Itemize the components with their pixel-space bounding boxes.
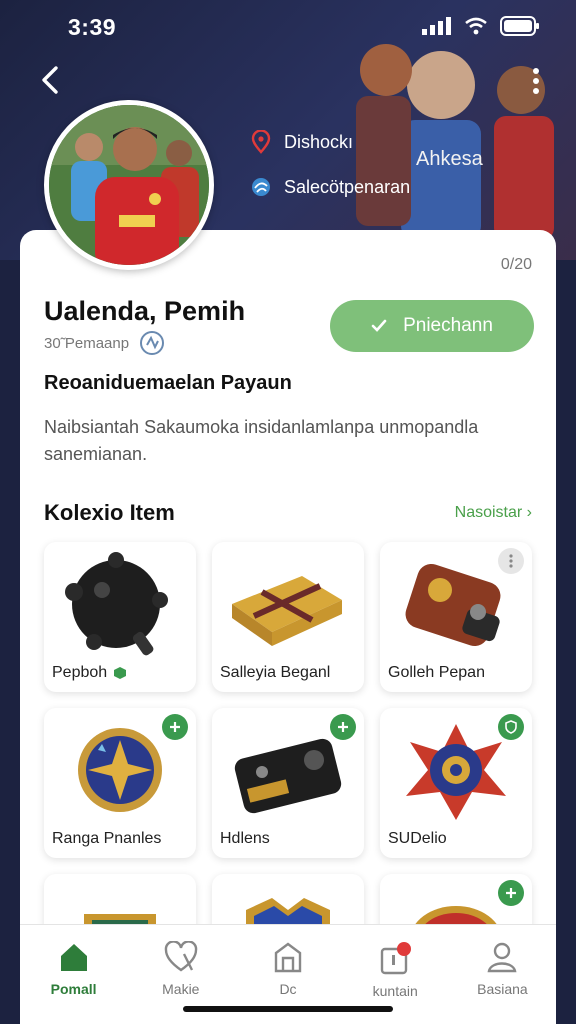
location-row: Dishockı <box>250 130 410 154</box>
item-add-button[interactable] <box>330 714 356 740</box>
list-item[interactable]: Salleyia Beganl <box>212 542 364 692</box>
check-icon <box>371 319 387 332</box>
list-item[interactable]: Golleh Pepan <box>380 542 532 692</box>
globe-icon <box>252 178 270 196</box>
item-label: Hdlens <box>220 830 270 847</box>
home-indicator <box>183 1006 393 1012</box>
profile-icon <box>487 942 517 973</box>
item-add-button[interactable] <box>498 880 524 906</box>
shield-check-icon <box>505 720 517 734</box>
wifi-icon <box>465 17 487 35</box>
list-item[interactable]: Hdlens <box>212 708 364 858</box>
plus-icon <box>506 888 516 898</box>
list-item[interactable]: SUDelio <box>380 708 532 858</box>
nav-label: kuntain <box>372 983 418 999</box>
status-bar: 3:39 <box>0 0 576 56</box>
profile-name: Ualenda, Pemih <box>44 296 246 326</box>
item-label: Ranga Pnanles <box>52 830 162 847</box>
plus-icon <box>338 722 348 732</box>
see-all-label: Nasoistar <box>454 504 523 521</box>
nav-label: Pomall <box>50 981 97 997</box>
item-label: Golleh Pepan <box>388 664 485 681</box>
gem-icon <box>114 666 127 679</box>
verified-icon[interactable] <box>139 330 165 356</box>
gift-box-icon <box>232 576 342 646</box>
signal-icon <box>422 17 451 35</box>
bio-text: Naibsiantah Sakaumoka insidanlamlanpa un… <box>44 417 479 464</box>
notification-icon <box>381 942 412 975</box>
svg-text:Ahkesa: Ahkesa <box>416 148 484 170</box>
profile-meta: Dishockı Salecötpenaran <box>250 130 410 220</box>
subtitle-row: 30̃ Pemaanp <box>44 330 165 356</box>
item-shield-button[interactable] <box>498 714 524 740</box>
item-count: 0/20 <box>500 256 532 273</box>
status-icons <box>422 16 540 36</box>
tab-home[interactable]: Pomall <box>20 925 127 1024</box>
collection-title: Kolexio Item <box>44 500 175 525</box>
item-label: SUDelio <box>388 830 447 847</box>
club-label: Salecötpenaran <box>284 176 411 197</box>
club-row: Salecötpenaran <box>250 176 410 198</box>
item-label: Salleyia Beganl <box>220 664 331 681</box>
plus-icon <box>170 722 180 732</box>
location-label: Dishockı <box>284 131 354 152</box>
list-item[interactable]: Pepboh <box>44 542 196 692</box>
bomb-ball-icon <box>65 552 168 656</box>
heart-icon <box>164 941 197 972</box>
profile-card: 0/20 Ualenda, Pemih 30̃ Pemaanp Pniechan… <box>20 230 556 1024</box>
home-icon <box>60 944 87 971</box>
avatar[interactable] <box>44 100 214 270</box>
see-all-link[interactable]: Nasoistar › <box>455 504 532 522</box>
bio-heading: Reoaniduemaelan Payaun <box>44 372 292 394</box>
back-arrow-icon[interactable] <box>36 62 68 98</box>
follow-label: Pniechann <box>403 315 493 336</box>
nav-label: Dc <box>279 981 297 997</box>
list-item[interactable]: Ranga Pnanles <box>44 708 196 858</box>
item-add-button[interactable] <box>162 714 188 740</box>
item-more-button[interactable] <box>498 548 524 574</box>
profile-subtitle: 30̃ Pemaanp <box>44 334 130 352</box>
player-photo <box>49 105 209 265</box>
battery-icon <box>500 16 539 36</box>
nav-label: Makie <box>162 981 200 997</box>
nav-label: Basiana <box>477 981 528 997</box>
clock-time: 3:39 <box>68 14 117 40</box>
more-options-icon[interactable] <box>530 66 542 96</box>
house-outline-icon <box>274 942 302 973</box>
item-label: Pepboh <box>52 664 127 682</box>
location-pin-icon <box>251 130 271 154</box>
follow-button[interactable]: Pniechann <box>330 300 534 352</box>
tab-profile[interactable]: Basiana <box>449 925 556 1024</box>
more-vertical-icon <box>509 554 513 568</box>
